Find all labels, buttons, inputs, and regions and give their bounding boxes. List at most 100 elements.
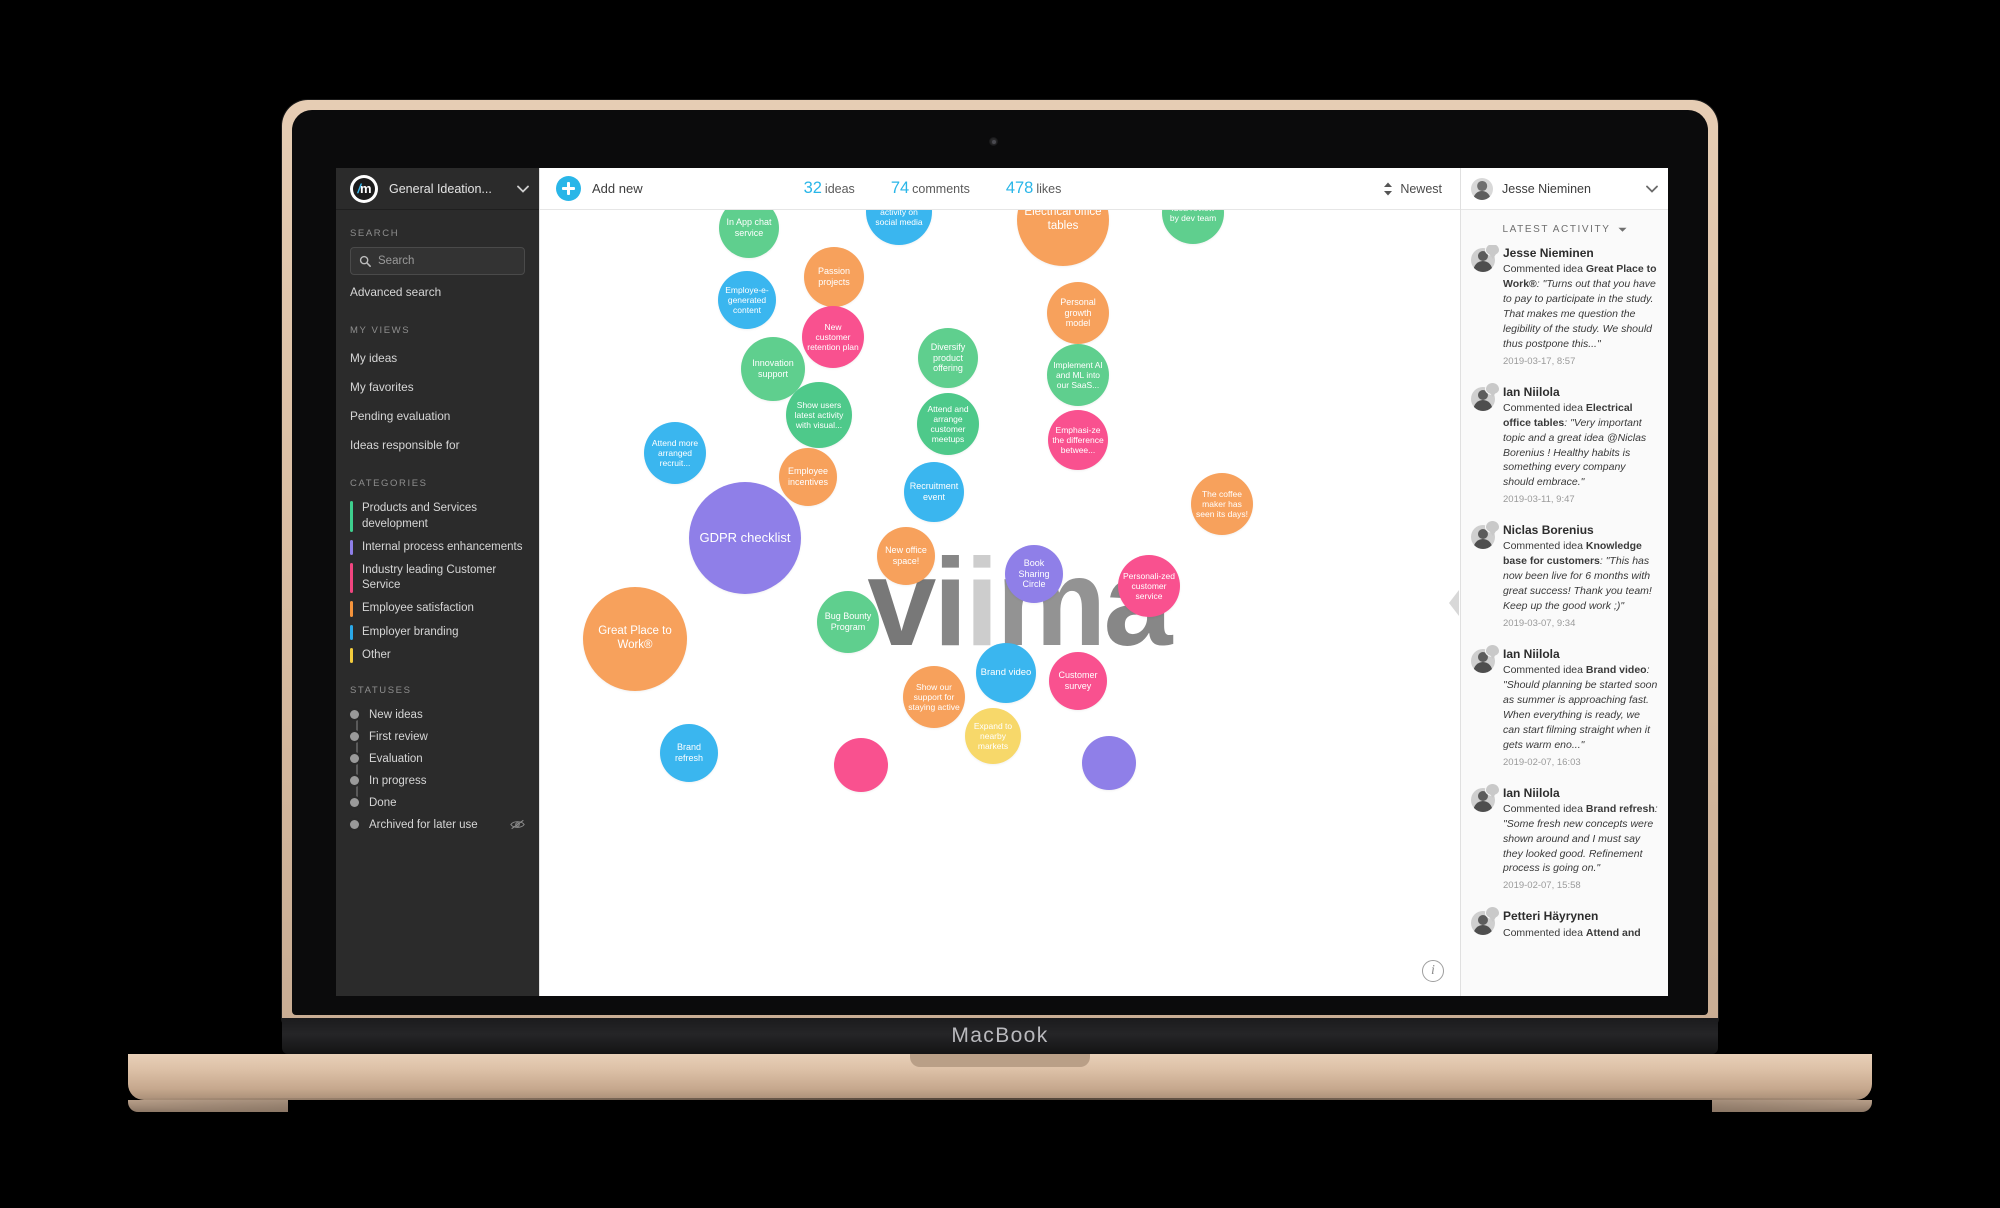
idea-bubble[interactable]: GDPR checklist bbox=[689, 482, 801, 594]
status-label: Evaluation bbox=[369, 752, 423, 765]
activity-author: Ian Niilola bbox=[1503, 384, 1560, 399]
sidebar-status-done[interactable]: Done bbox=[350, 792, 525, 814]
idea-bubble[interactable]: Attend more arranged recruit... bbox=[644, 422, 706, 484]
idea-bubble-canvas[interactable]: viima Customer service enhanceme-ntsEmpl… bbox=[540, 210, 1460, 996]
sidebar-category-products-and-services-development[interactable]: Products and Services development bbox=[336, 497, 539, 535]
category-label: Products and Services development bbox=[362, 502, 478, 530]
activity-body: Jesse Nieminen Commented idea Great Place… bbox=[1503, 245, 1658, 367]
idea-bubble[interactable]: Brand video bbox=[976, 643, 1036, 703]
chevron-down-icon[interactable] bbox=[1617, 227, 1627, 233]
idea-bubble-label: Show our support for staying active bbox=[908, 681, 960, 712]
idea-bubble[interactable]: Diversify product offering bbox=[918, 328, 978, 388]
webcam-icon bbox=[989, 137, 998, 146]
user-menu[interactable]: Jesse Nieminen bbox=[1461, 168, 1668, 210]
info-button[interactable]: i bbox=[1422, 960, 1444, 982]
search-box[interactable] bbox=[350, 247, 525, 275]
idea-bubble-label: New office space! bbox=[885, 545, 927, 566]
idea-bubble[interactable]: Show our support for staying active bbox=[903, 666, 965, 728]
sidebar-status-new-ideas[interactable]: New ideas bbox=[350, 704, 525, 726]
my-views-list: My ideas My favorites Pending evaluation… bbox=[336, 344, 539, 460]
activity-text: Commented idea Attend and bbox=[1503, 926, 1641, 939]
sidebar-item-ideas-responsible-for[interactable]: Ideas responsible for bbox=[336, 431, 539, 460]
idea-bubble[interactable]: Expand to nearby markets bbox=[965, 708, 1021, 764]
activity-item[interactable]: Ian Niilola Commented idea Brand video: "… bbox=[1471, 643, 1658, 768]
sidebar-category-other[interactable]: Other bbox=[336, 644, 539, 667]
idea-bubble-label: Brand refresh bbox=[674, 742, 703, 763]
sidebar-status-archived-for-later-use[interactable]: Archived for later use bbox=[350, 814, 525, 836]
idea-bubble[interactable]: Employe-e- generated content bbox=[718, 271, 776, 329]
idea-bubble[interactable]: New customer retention plan bbox=[802, 306, 864, 368]
status-label: Done bbox=[369, 796, 397, 809]
idea-bubble[interactable]: Great Place to Work® bbox=[583, 587, 687, 691]
sidebar-item-my-ideas[interactable]: My ideas bbox=[336, 344, 539, 373]
activity-item[interactable]: Ian Niilola Commented idea Brand refresh:… bbox=[1471, 782, 1658, 891]
idea-bubble[interactable]: Attend and arrange customer meetups bbox=[917, 393, 979, 455]
viima-logo-icon: / m bbox=[350, 174, 378, 203]
advanced-search-link[interactable]: Advanced search bbox=[336, 275, 539, 307]
activity-item[interactable]: Niclas Borenius Commented idea Knowledge … bbox=[1471, 520, 1658, 629]
idea-bubble-label: In App chat service bbox=[726, 217, 772, 238]
chevron-down-icon bbox=[517, 185, 529, 193]
idea-bubble[interactable]: Emphasi-ze the difference betwee... bbox=[1048, 410, 1108, 470]
sidebar-status-evaluation[interactable]: Evaluation bbox=[350, 748, 525, 770]
stat-likes-label: likes bbox=[1036, 182, 1062, 196]
activity-avatar-wrap bbox=[1471, 381, 1500, 506]
activity-item[interactable]: Ian Niilola Commented idea Electrical off… bbox=[1471, 381, 1658, 506]
idea-bubble[interactable]: Customer survey bbox=[1049, 652, 1107, 710]
idea-bubble[interactable]: Show users latest activity with visual..… bbox=[786, 382, 852, 448]
idea-bubble[interactable] bbox=[1082, 736, 1136, 790]
sidebar-category-industry-leading-customer-service[interactable]: Industry leading Customer Service bbox=[336, 559, 539, 597]
stat-comments: 74 comments bbox=[891, 179, 970, 198]
idea-bubble[interactable]: Brand refresh bbox=[660, 724, 718, 782]
latest-activity-header[interactable]: LATEST ACTIVITY bbox=[1461, 210, 1668, 245]
idea-bubble[interactable]: Employee activity on social media bbox=[866, 210, 932, 245]
activity-idea-title[interactable]: Brand video bbox=[1586, 664, 1647, 676]
search-icon bbox=[359, 255, 371, 267]
logo-letter: m bbox=[360, 181, 372, 196]
status-dot-icon bbox=[350, 798, 359, 808]
idea-bubble[interactable]: In App chat service bbox=[719, 210, 779, 258]
chevron-down-icon[interactable] bbox=[1646, 185, 1658, 193]
idea-bubble[interactable]: Personali-zed customer service bbox=[1118, 555, 1180, 617]
search-input[interactable] bbox=[378, 255, 516, 267]
idea-bubble[interactable]: Employee incentives bbox=[779, 448, 837, 506]
sort-updown-icon bbox=[1384, 182, 1393, 195]
activity-idea-title[interactable]: Brand refresh bbox=[1586, 803, 1655, 815]
idea-bubble[interactable]: Bug Bounty Program bbox=[817, 591, 879, 653]
screen-viewport: /m General Ideation... SEARCH Advanced s… bbox=[336, 168, 1668, 996]
categories-section-label: CATEGORIES bbox=[350, 478, 428, 490]
idea-bubble[interactable]: Electrical office tables bbox=[1017, 210, 1109, 266]
activity-item[interactable]: Jesse Nieminen Commented idea Great Place… bbox=[1471, 245, 1658, 367]
idea-bubble[interactable]: Personal growth model bbox=[1047, 282, 1109, 344]
idea-bubble[interactable] bbox=[834, 738, 888, 792]
idea-bubble[interactable]: Idea review by dev team bbox=[1162, 210, 1224, 244]
idea-bubble-label: Book Sharing Circle bbox=[1018, 558, 1050, 590]
activity-item[interactable]: Petteri Häyrynen Commented idea Attend an… bbox=[1471, 906, 1658, 940]
idea-bubble[interactable]: New office space! bbox=[877, 527, 935, 585]
stat-likes-value: 478 bbox=[1005, 179, 1034, 197]
idea-bubble[interactable]: Implement AI and ML into our SaaS... bbox=[1047, 344, 1109, 406]
activity-author: Ian Niilola bbox=[1503, 785, 1560, 800]
idea-bubble-label: GDPR checklist bbox=[699, 530, 791, 546]
collapse-panel-arrow-icon[interactable] bbox=[1448, 590, 1460, 616]
idea-bubble[interactable]: The coffee maker has seen its days! bbox=[1191, 473, 1253, 535]
idea-bubble[interactable]: Passion projects bbox=[804, 247, 864, 307]
workspace-selector[interactable]: / m General Ideation... bbox=[336, 168, 539, 210]
sidebar-item-pending-evaluation[interactable]: Pending evaluation bbox=[336, 402, 539, 431]
sidebar-status-in-progress[interactable]: In progress bbox=[350, 770, 525, 792]
eye-hidden-icon[interactable] bbox=[510, 819, 525, 830]
sidebar-category-employer-branding[interactable]: Employer branding bbox=[336, 621, 539, 644]
add-new-button[interactable]: Add new bbox=[556, 176, 643, 201]
activity-feed[interactable]: Jesse Nieminen Commented idea Great Place… bbox=[1461, 245, 1668, 996]
activity-text: Commented idea Electrical office tables:… bbox=[1503, 401, 1647, 489]
activity-avatar-wrap bbox=[1471, 520, 1500, 629]
category-color-bar bbox=[350, 624, 353, 640]
sidebar-item-my-favorites[interactable]: My favorites bbox=[336, 373, 539, 402]
sidebar-status-first-review[interactable]: First review bbox=[350, 726, 525, 748]
idea-bubble[interactable]: Recruitment event bbox=[904, 462, 964, 522]
idea-bubble[interactable]: Book Sharing Circle bbox=[1005, 545, 1063, 603]
sort-control[interactable]: Newest bbox=[1383, 182, 1444, 196]
sidebar-category-internal-process-enhancements[interactable]: Internal process enhancements bbox=[336, 536, 539, 559]
activity-idea-title[interactable]: Attend and bbox=[1586, 927, 1641, 939]
sidebar-category-employee-satisfaction[interactable]: Employee satisfaction bbox=[336, 597, 539, 620]
